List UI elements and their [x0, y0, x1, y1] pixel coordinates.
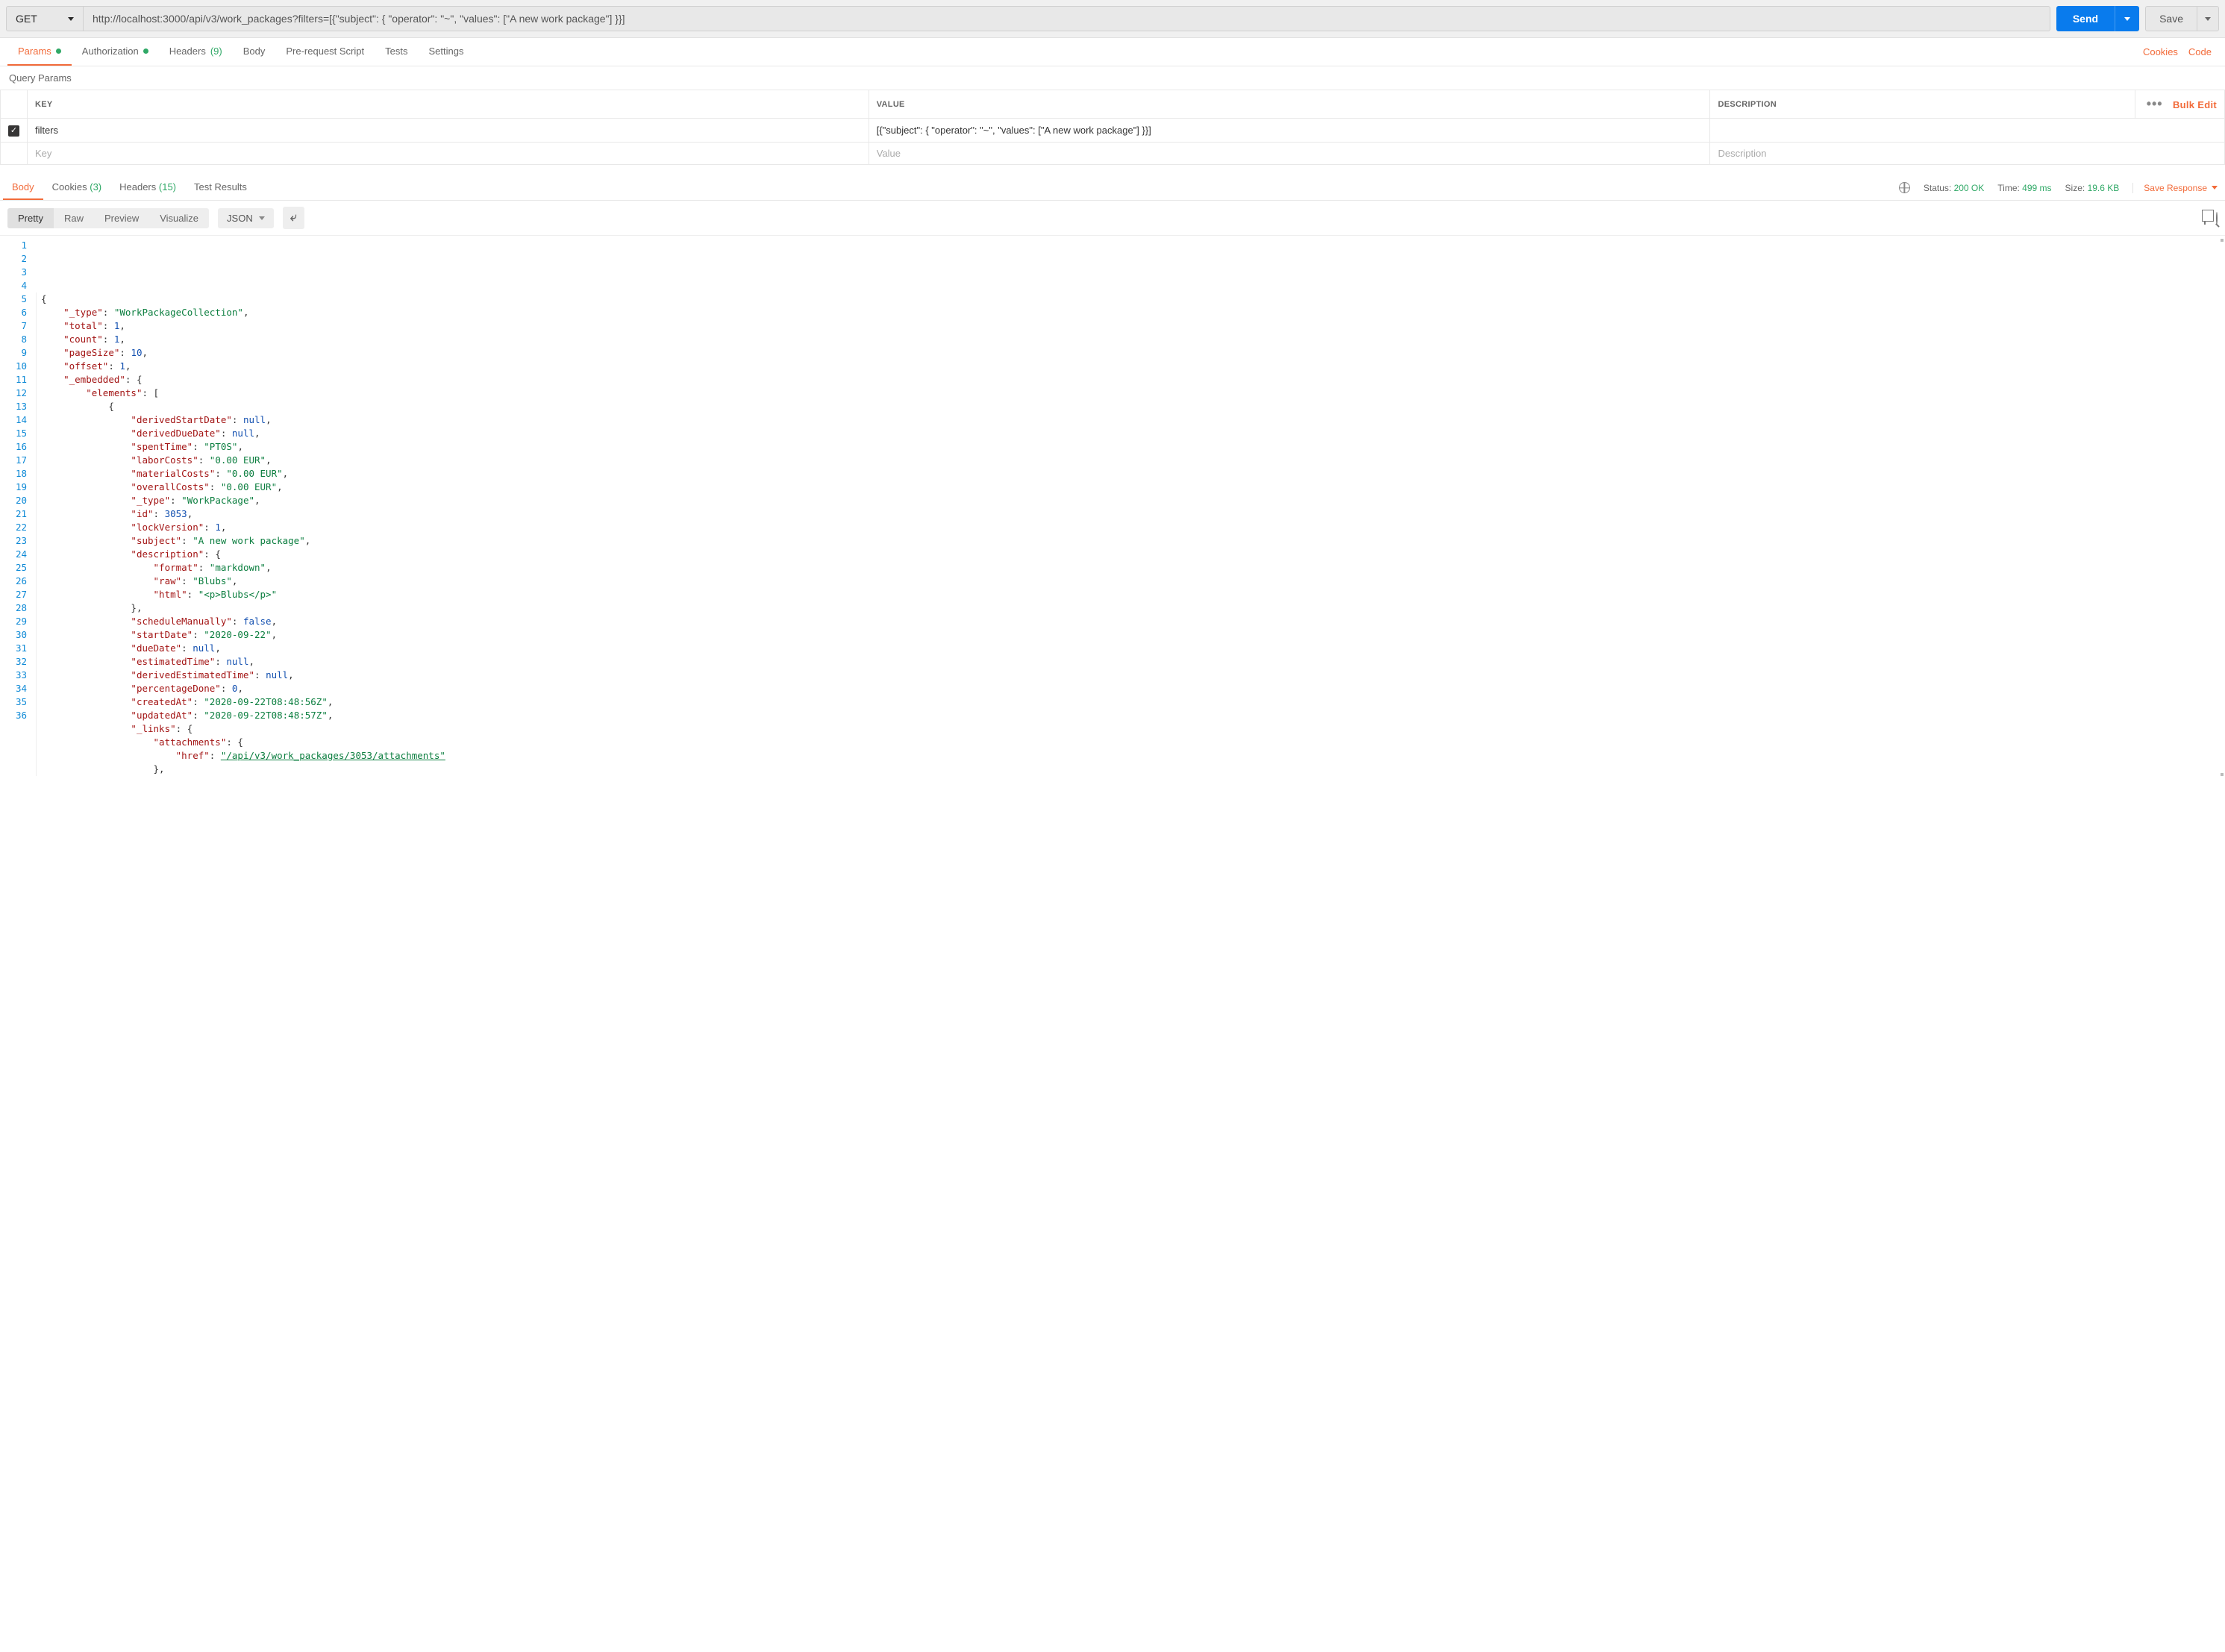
size-display: Size: 19.6 KB	[2065, 183, 2120, 193]
wrap-lines-button[interactable]: ⤶	[283, 207, 304, 229]
response-view-toolbar: Pretty Raw Preview Visualize JSON ⤶	[0, 201, 2225, 236]
send-button[interactable]: Send	[2056, 6, 2115, 31]
scrollbar-marker	[2221, 239, 2224, 242]
param-description-input[interactable]	[1718, 125, 2217, 136]
checkbox-checked[interactable]: ✓	[8, 125, 19, 137]
bulk-edit-link[interactable]: Bulk Edit	[2173, 99, 2217, 110]
method-label: GET	[16, 13, 37, 25]
save-response-button[interactable]: Save Response	[2132, 183, 2218, 193]
tab-headers[interactable]: Headers (9)	[159, 38, 233, 66]
method-select[interactable]: GET	[6, 6, 84, 31]
cookies-link[interactable]: Cookies	[2143, 46, 2178, 57]
tab-authorization[interactable]: Authorization	[72, 38, 159, 66]
col-description: DESCRIPTION	[1710, 90, 2135, 119]
chevron-down-icon	[259, 216, 265, 220]
copy-button[interactable]	[2204, 213, 2206, 224]
resp-tab-test-results[interactable]: Test Results	[185, 175, 256, 200]
col-actions: ••• Bulk Edit	[2135, 90, 2225, 119]
param-description-input[interactable]	[1718, 148, 2217, 159]
active-dot-icon	[56, 49, 61, 54]
save-button[interactable]: Save	[2145, 6, 2197, 31]
search-button[interactable]	[2216, 213, 2218, 224]
send-button-group: Send	[2056, 6, 2139, 31]
chevron-down-icon	[2212, 186, 2218, 190]
code-link[interactable]: Code	[2188, 46, 2212, 57]
chevron-down-icon	[2124, 17, 2130, 21]
query-params-heading: Query Params	[0, 66, 2225, 90]
resp-tab-headers[interactable]: Headers (15)	[110, 175, 185, 200]
view-raw[interactable]: Raw	[54, 208, 94, 228]
save-button-group: Save	[2145, 6, 2219, 31]
send-dropdown[interactable]	[2115, 6, 2139, 31]
code-content: { "_type": "WorkPackageCollection", "tot…	[36, 236, 2225, 779]
search-icon	[2216, 212, 2218, 225]
param-row-empty	[1, 143, 2225, 165]
line-gutter: 1234567891011121314151617181920212223242…	[0, 236, 36, 779]
query-params-table: KEY VALUE DESCRIPTION ••• Bulk Edit ✓	[0, 90, 2225, 165]
status-display: Status: 200 OK	[1924, 183, 1984, 193]
tab-params[interactable]: Params	[7, 38, 72, 66]
view-pretty[interactable]: Pretty	[7, 208, 54, 228]
view-visualize[interactable]: Visualize	[149, 208, 209, 228]
url-input[interactable]	[84, 6, 2050, 31]
tab-settings[interactable]: Settings	[418, 38, 474, 66]
view-preview[interactable]: Preview	[94, 208, 149, 228]
request-bar: GET Send Save	[0, 0, 2225, 38]
scrollbar-marker	[2221, 773, 2224, 776]
globe-icon[interactable]	[1899, 182, 1910, 193]
col-checkbox	[1, 90, 28, 119]
col-value: VALUE	[869, 90, 1710, 119]
param-value-input[interactable]	[877, 148, 1703, 159]
tab-body[interactable]: Body	[233, 38, 276, 66]
param-key-input[interactable]	[35, 125, 861, 136]
view-mode-segment: Pretty Raw Preview Visualize	[7, 208, 209, 228]
resp-tab-cookies[interactable]: Cookies (3)	[43, 175, 110, 200]
format-select[interactable]: JSON	[218, 208, 274, 228]
save-dropdown[interactable]	[2197, 6, 2219, 31]
param-key-input[interactable]	[35, 148, 861, 159]
tab-tests[interactable]: Tests	[375, 38, 418, 66]
more-icon[interactable]: •••	[2147, 96, 2171, 111]
response-body-viewer[interactable]: 1234567891011121314151617181920212223242…	[0, 236, 2225, 779]
time-display: Time: 499 ms	[1997, 183, 2051, 193]
wrap-icon: ⤶	[290, 211, 297, 225]
chevron-down-icon	[2205, 17, 2211, 21]
param-value-input[interactable]	[877, 125, 1703, 136]
request-tabs: Params Authorization Headers (9) Body Pr…	[0, 38, 2225, 66]
copy-icon	[2204, 212, 2206, 225]
param-row: ✓	[1, 119, 2225, 143]
active-dot-icon	[143, 49, 148, 54]
col-key: KEY	[28, 90, 869, 119]
resp-tab-body[interactable]: Body	[3, 175, 43, 200]
tab-prerequest[interactable]: Pre-request Script	[275, 38, 375, 66]
response-tabs: Body Cookies (3) Headers (15) Test Resul…	[0, 172, 2225, 201]
chevron-down-icon	[68, 17, 74, 21]
